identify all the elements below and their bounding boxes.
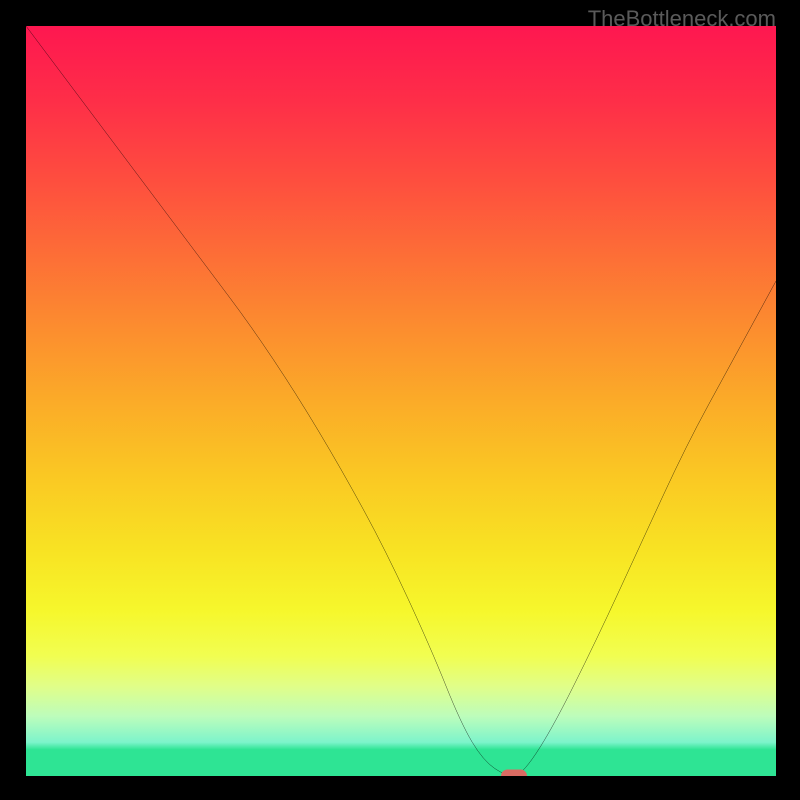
bottleneck-curve (26, 26, 776, 776)
plot-area (26, 26, 776, 776)
min-marker (501, 770, 527, 777)
chart-frame: TheBottleneck.com (0, 0, 800, 800)
